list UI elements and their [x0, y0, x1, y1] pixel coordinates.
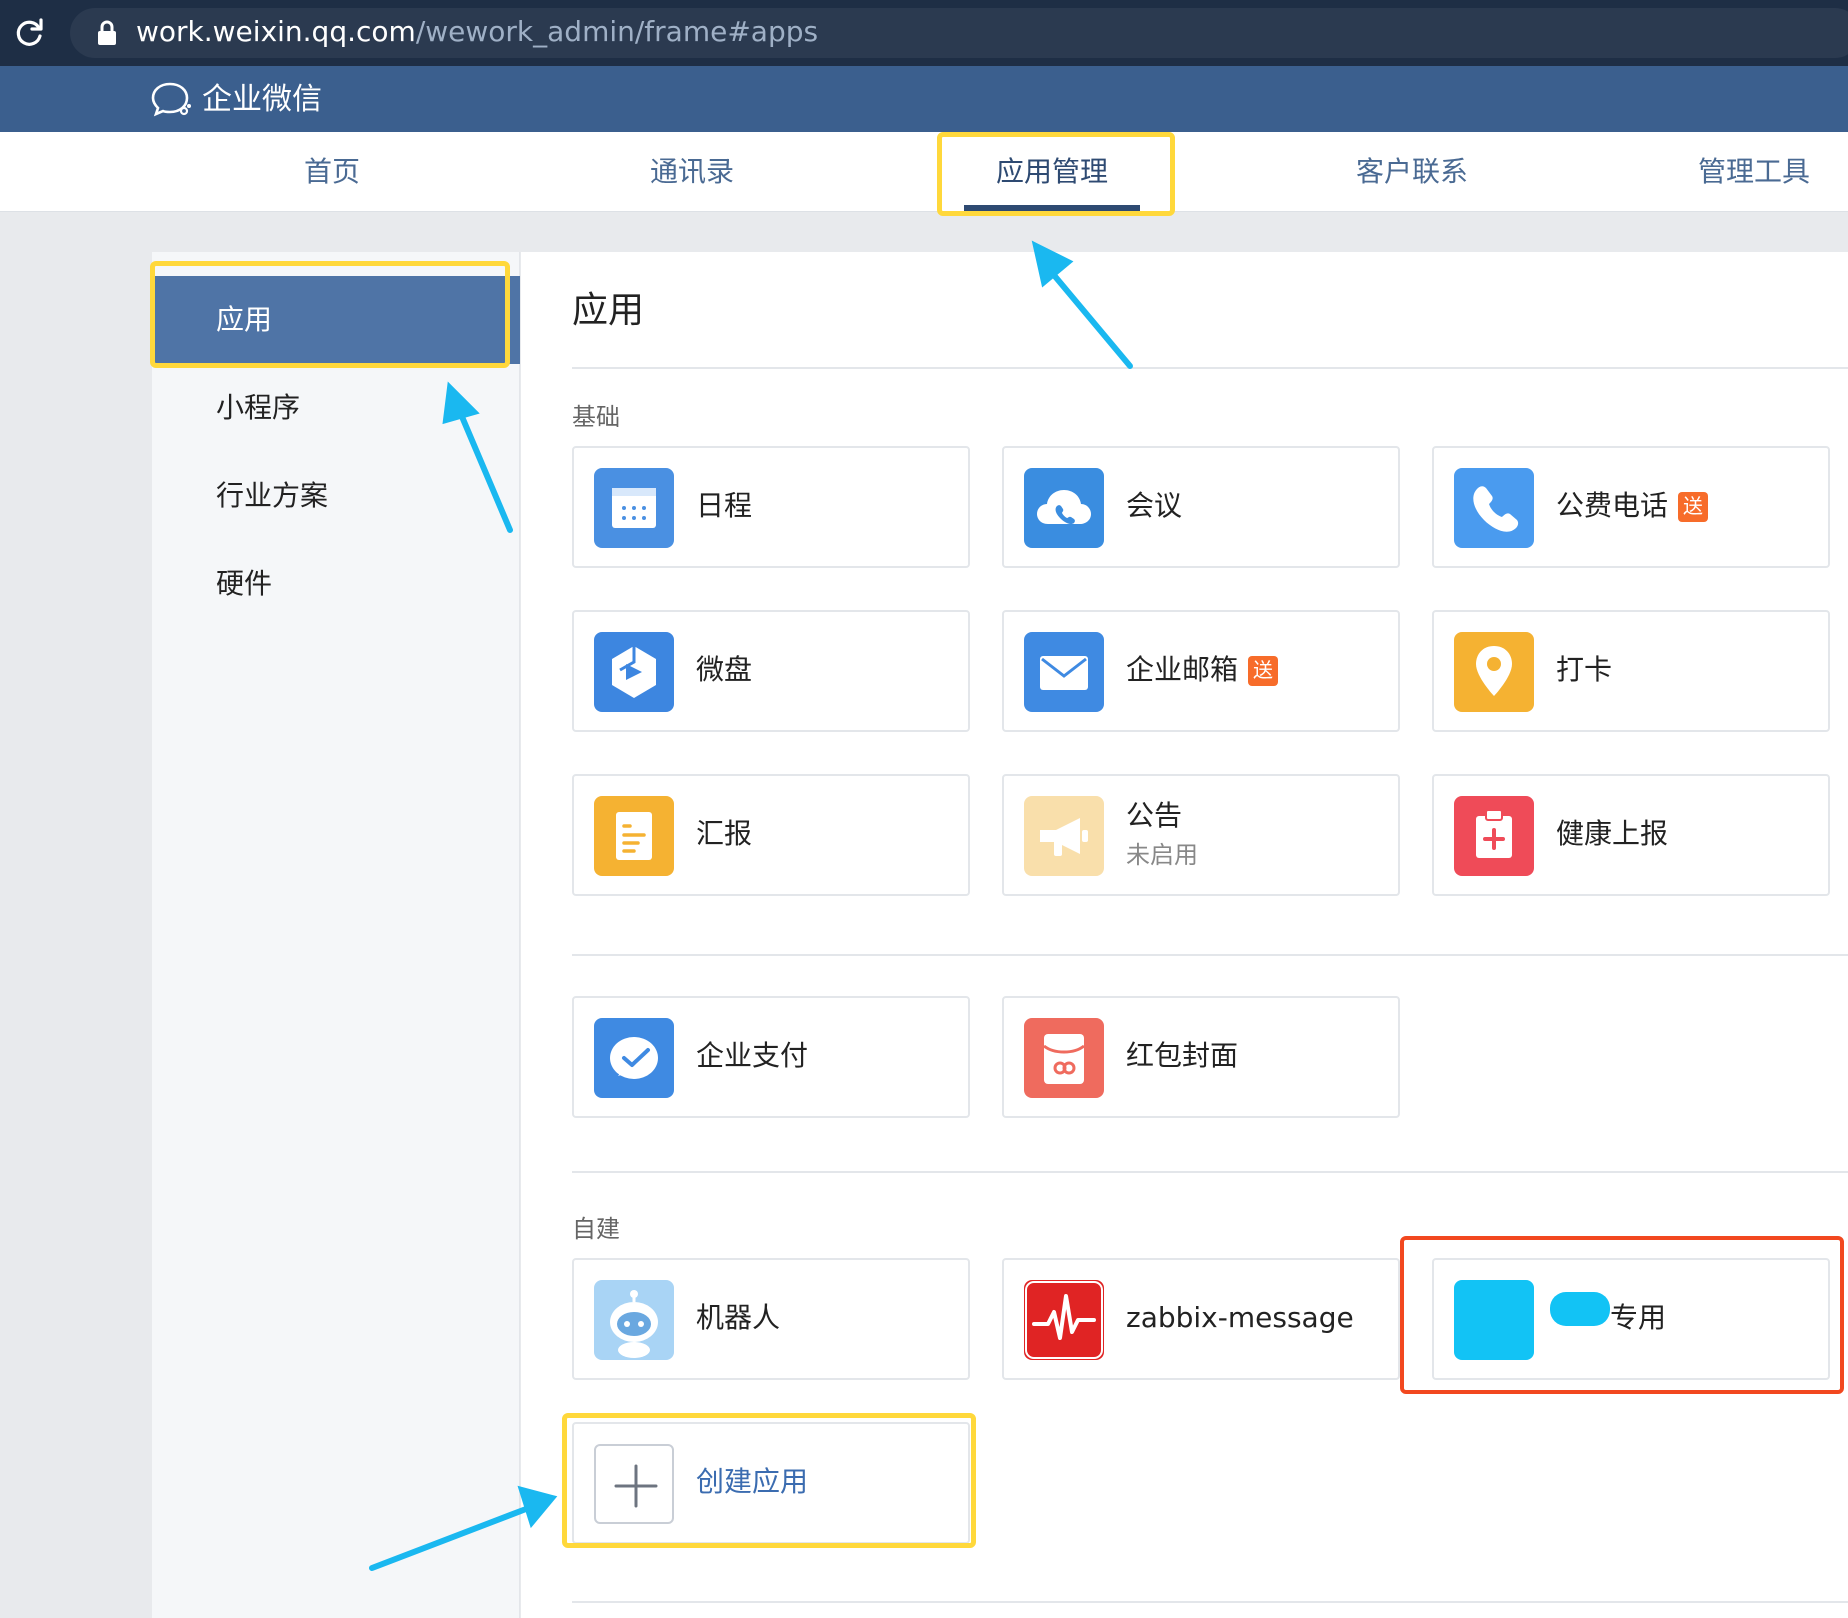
location-pin-icon	[1454, 632, 1534, 712]
app-label: 机器人	[696, 1301, 781, 1334]
divider	[572, 1171, 1848, 1173]
nav-admin-tools[interactable]: 管理工具	[1664, 132, 1844, 212]
zabbix-pulse-icon	[1024, 1280, 1104, 1360]
logo-text: 企业微信	[202, 82, 322, 117]
app-card-health-report[interactable]: 健康上报	[1432, 774, 1830, 896]
app-label: 日程	[696, 489, 753, 522]
divider	[572, 367, 1848, 369]
nav-customer-contact[interactable]: 客户联系	[1312, 132, 1512, 212]
section-label-basic: 基础	[572, 403, 620, 431]
app-card-enterprise-mail[interactable]: 企业邮箱送	[1002, 610, 1400, 732]
divider	[572, 1601, 1848, 1603]
app-card-meeting[interactable]: 会议	[1002, 446, 1400, 568]
gift-badge: 送	[1678, 492, 1709, 522]
app-card-public-phone[interactable]: 公费电话送	[1432, 446, 1830, 568]
sidebar-item-hardware[interactable]: 硬件	[152, 540, 520, 628]
app-card-zabbix-message[interactable]: zabbix-message	[1002, 1258, 1400, 1380]
app-label: 会议	[1126, 489, 1183, 522]
app-card-enterprise-payment[interactable]: 企业支付	[572, 996, 970, 1118]
app-card-check-in[interactable]: 打卡	[1432, 610, 1830, 732]
mail-icon	[1024, 632, 1104, 712]
robot-icon	[594, 1280, 674, 1360]
reload-icon[interactable]	[12, 16, 46, 50]
health-icon	[1454, 796, 1534, 876]
app-card-report[interactable]: 汇报	[572, 774, 970, 896]
meeting-cloud-icon	[1024, 468, 1104, 548]
app-card-calendar[interactable]: 日程	[572, 446, 970, 568]
top-nav: 首页 通讯录 应用管理 客户联系 管理工具	[0, 132, 1848, 212]
app-label: 健康上报	[1556, 817, 1669, 850]
page-title: 应用	[572, 290, 645, 331]
gift-badge: 送	[1248, 656, 1279, 686]
phone-icon	[1454, 468, 1534, 548]
app-card-announcement[interactable]: 公告 未启用	[1002, 774, 1400, 896]
app-status: 未启用	[1126, 841, 1198, 869]
highlight-sidebar-apps	[150, 261, 510, 368]
megaphone-icon	[1024, 796, 1104, 876]
app-header: 企业微信	[0, 66, 1848, 132]
nav-home[interactable]: 首页	[272, 132, 392, 212]
app-label: 公费电话送	[1556, 486, 1709, 526]
browser-toolbar: work.weixin.qq.com/wework_admin/frame#ap…	[0, 0, 1848, 66]
url-text[interactable]: work.weixin.qq.com/wework_admin/frame#ap…	[136, 12, 818, 52]
drive-icon	[594, 632, 674, 712]
highlight-create-app	[562, 1413, 976, 1548]
payment-icon	[594, 1018, 674, 1098]
report-icon	[594, 796, 674, 876]
sidebar-item-industry-solutions[interactable]: 行业方案	[152, 452, 520, 540]
app-label: zabbix-message	[1126, 1301, 1354, 1334]
app-label: 企业邮箱送	[1126, 650, 1279, 690]
app-card-drive[interactable]: 微盘	[572, 610, 970, 732]
calendar-icon	[594, 468, 674, 548]
app-card-robot[interactable]: 机器人	[572, 1258, 970, 1380]
sidebar-item-mini-programs[interactable]: 小程序	[152, 364, 520, 452]
lock-icon	[98, 20, 116, 45]
nav-contacts[interactable]: 通讯录	[612, 132, 772, 212]
highlight-nav-app-management	[937, 132, 1175, 216]
divider	[572, 954, 1848, 956]
app-label: 微盘	[696, 653, 753, 686]
app-label: 汇报	[696, 817, 753, 850]
section-label-custom: 自建	[572, 1215, 620, 1243]
app-label: 红包封面	[1126, 1039, 1239, 1072]
app-card-red-packet-cover[interactable]: 红包封面	[1002, 996, 1400, 1118]
app-label: 企业支付	[696, 1039, 809, 1072]
highlight-custom-app	[1400, 1236, 1844, 1394]
sidebar: 应用 小程序 行业方案 硬件	[152, 252, 520, 1618]
wecom-logo-icon	[151, 82, 191, 117]
app-label: 公告	[1126, 799, 1183, 832]
app-label: 打卡	[1556, 653, 1613, 686]
red-packet-icon	[1024, 1018, 1104, 1098]
